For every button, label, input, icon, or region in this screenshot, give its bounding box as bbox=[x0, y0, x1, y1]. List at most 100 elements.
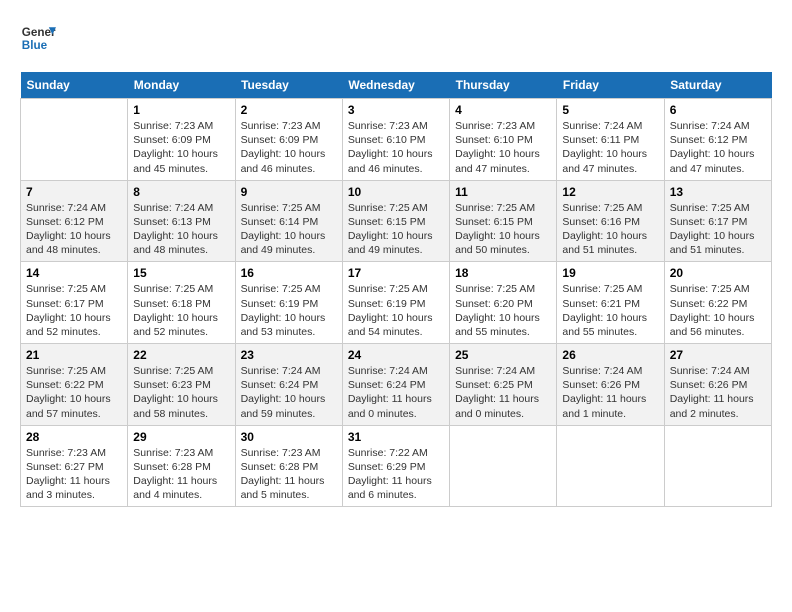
calendar-cell bbox=[21, 99, 128, 181]
day-number: 29 bbox=[133, 430, 229, 444]
day-detail: Sunrise: 7:23 AMSunset: 6:10 PMDaylight:… bbox=[348, 119, 444, 176]
calendar-cell: 14 Sunrise: 7:25 AMSunset: 6:17 PMDayligh… bbox=[21, 262, 128, 344]
calendar-cell: 16Sunrise: 7:25 AMSunset: 6:19 PMDayligh… bbox=[235, 262, 342, 344]
day-detail: Sunrise: 7:25 AMSunset: 6:20 PMDaylight:… bbox=[455, 282, 551, 339]
calendar-cell: 13 Sunrise: 7:25 AMSunset: 6:17 PMDayligh… bbox=[664, 180, 771, 262]
day-detail: Sunrise: 7:25 AMSunset: 6:22 PMDaylight:… bbox=[670, 282, 766, 339]
day-detail: Sunrise: 7:25 AMSunset: 6:16 PMDaylight:… bbox=[562, 201, 658, 258]
day-number: 5 bbox=[562, 103, 658, 117]
day-number: 20 bbox=[670, 266, 766, 280]
day-number: 17 bbox=[348, 266, 444, 280]
calendar-cell: 4Sunrise: 7:23 AMSunset: 6:10 PMDaylight… bbox=[450, 99, 557, 181]
calendar-cell: 20 Sunrise: 7:25 AMSunset: 6:22 PMDayligh… bbox=[664, 262, 771, 344]
day-detail: Sunrise: 7:24 AMSunset: 6:26 PMDaylight:… bbox=[562, 364, 658, 421]
day-detail: Sunrise: 7:24 AMSunset: 6:25 PMDaylight:… bbox=[455, 364, 551, 421]
col-header-wednesday: Wednesday bbox=[342, 72, 449, 99]
calendar-cell: 24Sunrise: 7:24 AMSunset: 6:24 PMDayligh… bbox=[342, 344, 449, 426]
day-number: 23 bbox=[241, 348, 337, 362]
calendar-cell: 9 Sunrise: 7:25 AMSunset: 6:14 PMDaylight… bbox=[235, 180, 342, 262]
calendar-cell: 29 Sunrise: 7:23 AMSunset: 6:28 PMDayligh… bbox=[128, 425, 235, 507]
col-header-friday: Friday bbox=[557, 72, 664, 99]
calendar-cell: 25 Sunrise: 7:24 AMSunset: 6:25 PMDayligh… bbox=[450, 344, 557, 426]
calendar-cell: 21 Sunrise: 7:25 AMSunset: 6:22 PMDayligh… bbox=[21, 344, 128, 426]
day-detail: Sunrise: 7:23 AMSunset: 6:09 PMDaylight:… bbox=[241, 119, 337, 176]
calendar-cell: 18 Sunrise: 7:25 AMSunset: 6:20 PMDayligh… bbox=[450, 262, 557, 344]
day-detail: Sunrise: 7:25 AMSunset: 6:14 PMDaylight:… bbox=[241, 201, 337, 258]
day-detail: Sunrise: 7:25 AMSunset: 6:23 PMDaylight:… bbox=[133, 364, 229, 421]
page-header: General Blue bbox=[20, 20, 772, 56]
calendar-cell: 23 Sunrise: 7:24 AMSunset: 6:24 PMDayligh… bbox=[235, 344, 342, 426]
day-number: 3 bbox=[348, 103, 444, 117]
calendar-cell: 27 Sunrise: 7:24 AMSunset: 6:26 PMDayligh… bbox=[664, 344, 771, 426]
calendar-cell bbox=[450, 425, 557, 507]
day-number: 8 bbox=[133, 185, 229, 199]
col-header-monday: Monday bbox=[128, 72, 235, 99]
calendar-cell: 2 Sunrise: 7:23 AMSunset: 6:09 PMDaylight… bbox=[235, 99, 342, 181]
day-number: 2 bbox=[241, 103, 337, 117]
day-detail: Sunrise: 7:24 AMSunset: 6:13 PMDaylight:… bbox=[133, 201, 229, 258]
day-number: 28 bbox=[26, 430, 122, 444]
day-detail: Sunrise: 7:25 AMSunset: 6:17 PMDaylight:… bbox=[670, 201, 766, 258]
logo: General Blue bbox=[20, 20, 64, 56]
calendar-cell: 28 Sunrise: 7:23 AMSunset: 6:27 PMDayligh… bbox=[21, 425, 128, 507]
calendar-cell: 11 Sunrise: 7:25 AMSunset: 6:15 PMDayligh… bbox=[450, 180, 557, 262]
day-number: 19 bbox=[562, 266, 658, 280]
day-detail: Sunrise: 7:23 AMSunset: 6:28 PMDaylight:… bbox=[241, 446, 337, 503]
day-number: 15 bbox=[133, 266, 229, 280]
calendar-cell: 8 Sunrise: 7:24 AMSunset: 6:13 PMDaylight… bbox=[128, 180, 235, 262]
day-detail: Sunrise: 7:25 AMSunset: 6:21 PMDaylight:… bbox=[562, 282, 658, 339]
day-number: 6 bbox=[670, 103, 766, 117]
calendar-cell: 10 Sunrise: 7:25 AMSunset: 6:15 PMDayligh… bbox=[342, 180, 449, 262]
day-number: 13 bbox=[670, 185, 766, 199]
day-detail: Sunrise: 7:22 AMSunset: 6:29 PMDaylight:… bbox=[348, 446, 444, 503]
day-number: 9 bbox=[241, 185, 337, 199]
calendar-cell: 15 Sunrise: 7:25 AMSunset: 6:18 PMDayligh… bbox=[128, 262, 235, 344]
calendar-cell: 3 Sunrise: 7:23 AMSunset: 6:10 PMDaylight… bbox=[342, 99, 449, 181]
day-detail: Sunrise: 7:24 AMSunset: 6:12 PMDaylight:… bbox=[670, 119, 766, 176]
day-detail: Sunrise: 7:25 AMSunset: 6:15 PMDaylight:… bbox=[455, 201, 551, 258]
col-header-tuesday: Tuesday bbox=[235, 72, 342, 99]
day-detail: Sunrise: 7:24 AMSunset: 6:24 PMDaylight:… bbox=[348, 364, 444, 421]
calendar-cell: 6 Sunrise: 7:24 AMSunset: 6:12 PMDaylight… bbox=[664, 99, 771, 181]
calendar-cell: 12 Sunrise: 7:25 AMSunset: 6:16 PMDayligh… bbox=[557, 180, 664, 262]
day-detail: Sunrise: 7:24 AMSunset: 6:24 PMDaylight:… bbox=[241, 364, 337, 421]
day-detail: Sunrise: 7:23 AMSunset: 6:28 PMDaylight:… bbox=[133, 446, 229, 503]
calendar-cell: 19 Sunrise: 7:25 AMSunset: 6:21 PMDayligh… bbox=[557, 262, 664, 344]
day-number: 18 bbox=[455, 266, 551, 280]
day-number: 14 bbox=[26, 266, 122, 280]
calendar-cell: 22Sunrise: 7:25 AMSunset: 6:23 PMDayligh… bbox=[128, 344, 235, 426]
day-number: 12 bbox=[562, 185, 658, 199]
day-detail: Sunrise: 7:25 AMSunset: 6:18 PMDaylight:… bbox=[133, 282, 229, 339]
col-header-thursday: Thursday bbox=[450, 72, 557, 99]
day-number: 31 bbox=[348, 430, 444, 444]
day-number: 4 bbox=[455, 103, 551, 117]
day-number: 10 bbox=[348, 185, 444, 199]
day-detail: Sunrise: 7:25 AMSunset: 6:15 PMDaylight:… bbox=[348, 201, 444, 258]
calendar-cell bbox=[664, 425, 771, 507]
svg-text:Blue: Blue bbox=[22, 39, 48, 52]
day-detail: Sunrise: 7:25 AMSunset: 6:17 PMDaylight:… bbox=[26, 282, 122, 339]
calendar-table: SundayMondayTuesdayWednesdayThursdayFrid… bbox=[20, 72, 772, 507]
day-detail: Sunrise: 7:23 AMSunset: 6:27 PMDaylight:… bbox=[26, 446, 122, 503]
day-detail: Sunrise: 7:25 AMSunset: 6:22 PMDaylight:… bbox=[26, 364, 122, 421]
calendar-cell: 17 Sunrise: 7:25 AMSunset: 6:19 PMDayligh… bbox=[342, 262, 449, 344]
calendar-cell: 30Sunrise: 7:23 AMSunset: 6:28 PMDayligh… bbox=[235, 425, 342, 507]
day-detail: Sunrise: 7:24 AMSunset: 6:26 PMDaylight:… bbox=[670, 364, 766, 421]
day-detail: Sunrise: 7:25 AMSunset: 6:19 PMDaylight:… bbox=[348, 282, 444, 339]
day-number: 16 bbox=[241, 266, 337, 280]
day-detail: Sunrise: 7:23 AMSunset: 6:09 PMDaylight:… bbox=[133, 119, 229, 176]
calendar-cell: 5 Sunrise: 7:24 AMSunset: 6:11 PMDaylight… bbox=[557, 99, 664, 181]
day-number: 25 bbox=[455, 348, 551, 362]
logo-icon: General Blue bbox=[20, 20, 56, 56]
col-header-saturday: Saturday bbox=[664, 72, 771, 99]
calendar-cell: 7 Sunrise: 7:24 AMSunset: 6:12 PMDaylight… bbox=[21, 180, 128, 262]
day-number: 26 bbox=[562, 348, 658, 362]
day-detail: Sunrise: 7:24 AMSunset: 6:11 PMDaylight:… bbox=[562, 119, 658, 176]
calendar-cell: 1Sunrise: 7:23 AMSunset: 6:09 PMDaylight… bbox=[128, 99, 235, 181]
day-detail: Sunrise: 7:24 AMSunset: 6:12 PMDaylight:… bbox=[26, 201, 122, 258]
day-number: 27 bbox=[670, 348, 766, 362]
day-number: 21 bbox=[26, 348, 122, 362]
calendar-cell bbox=[557, 425, 664, 507]
day-number: 7 bbox=[26, 185, 122, 199]
day-number: 11 bbox=[455, 185, 551, 199]
